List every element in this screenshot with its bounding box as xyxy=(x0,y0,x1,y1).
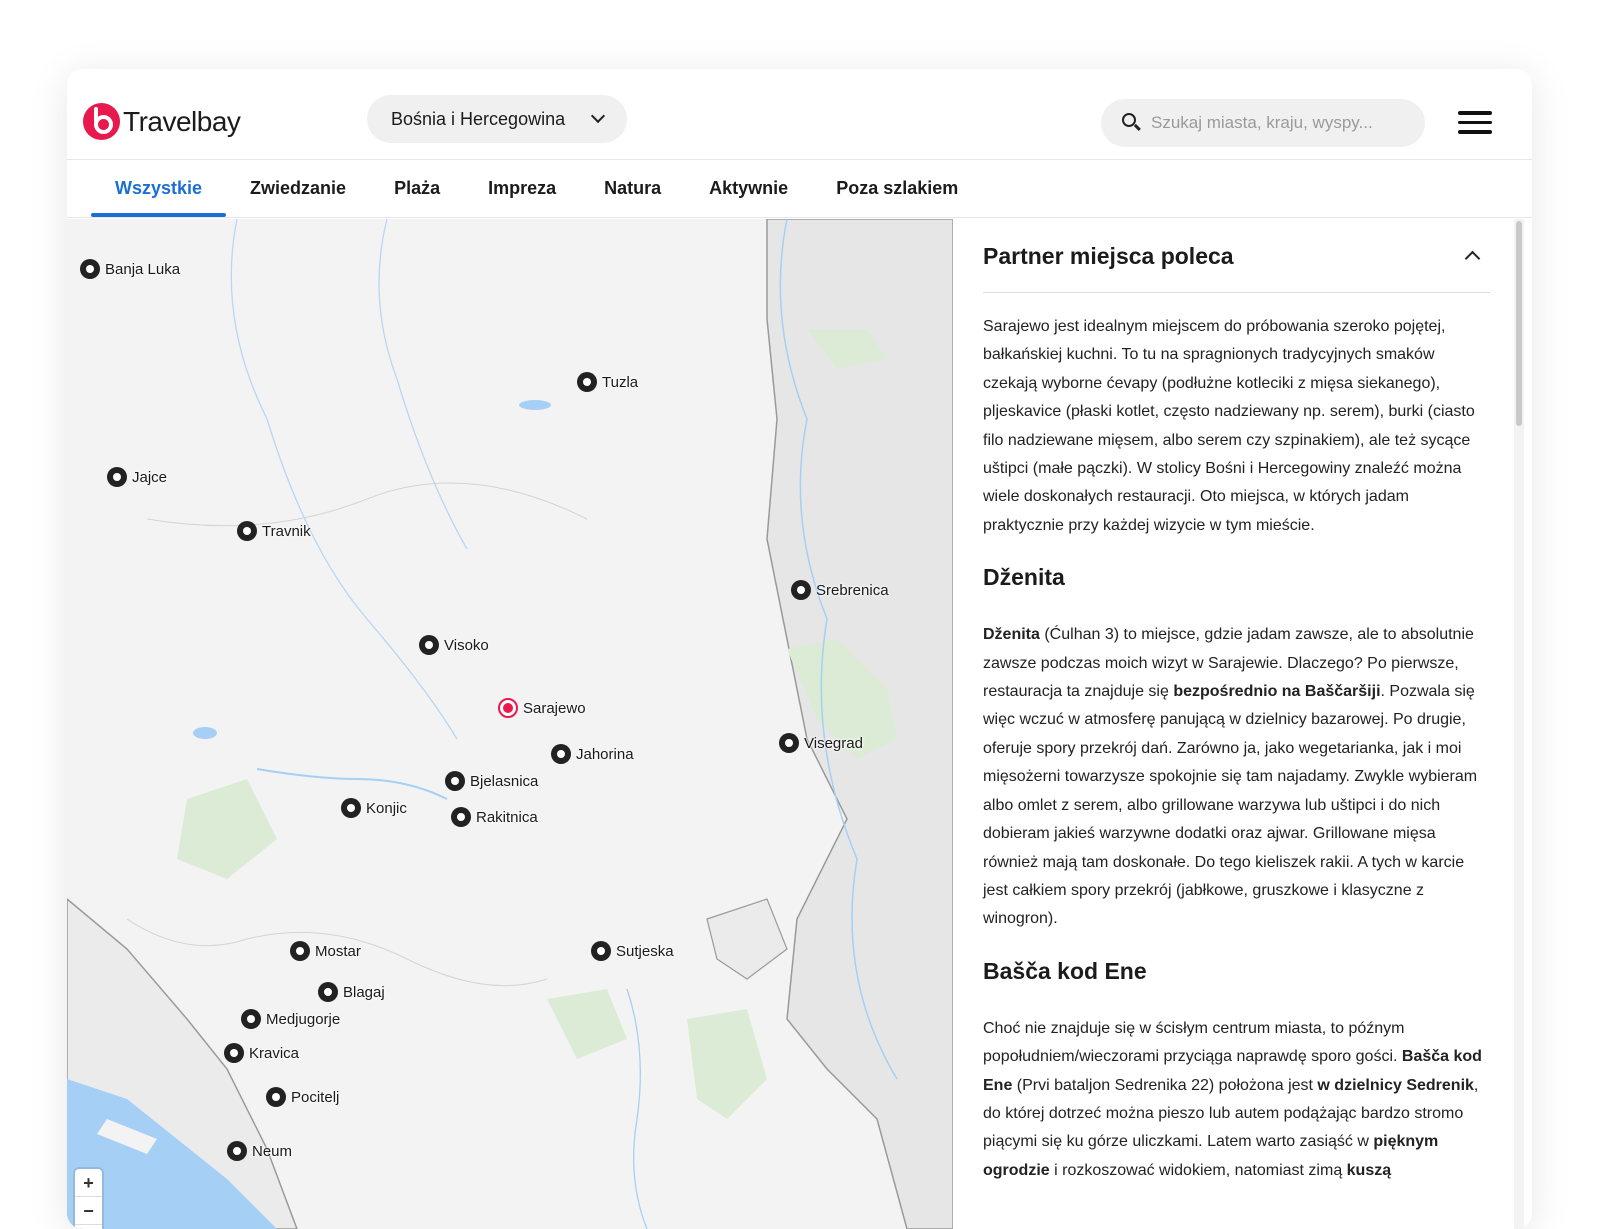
panel-header[interactable]: Partner miejsca poleca xyxy=(983,219,1490,293)
map-pin-tuzla[interactable]: Tuzla xyxy=(577,372,638,392)
map-pin-travnik[interactable]: Travnik xyxy=(237,521,311,541)
map-marker-icon xyxy=(318,982,338,1002)
country-select[interactable]: Bośnia i Hercegowina xyxy=(367,95,627,143)
tab-poza-szlakiem[interactable]: Poza szlakiem xyxy=(812,160,982,217)
map-marker-icon xyxy=(551,744,571,764)
map-pin-konjic[interactable]: Konjic xyxy=(341,798,407,818)
tab-natura[interactable]: Natura xyxy=(580,160,685,217)
tab-aktywnie[interactable]: Aktywnie xyxy=(685,160,812,217)
map-marker-icon xyxy=(445,771,465,791)
chevron-up-icon[interactable] xyxy=(1464,250,1481,267)
map-pin-jahorina[interactable]: Jahorina xyxy=(551,744,634,764)
header: Travelbay Bośnia i Hercegowina xyxy=(67,69,1532,160)
search-icon xyxy=(1122,113,1136,127)
map-pin-rakitnica[interactable]: Rakitnica xyxy=(451,807,538,827)
travelbay-logo-icon xyxy=(83,103,120,140)
chevron-down-icon xyxy=(590,108,606,124)
scrollbar-thumb[interactable] xyxy=(1516,221,1522,426)
map-marker-icon xyxy=(419,635,439,655)
map-pin-pocitelj[interactable]: Pocitelj xyxy=(266,1087,339,1107)
category-tabs: Wszystkie Zwiedzanie Plaża Impreza Natur… xyxy=(67,160,1532,218)
map-marker-icon xyxy=(227,1141,247,1161)
map-marker-icon xyxy=(451,807,471,827)
logo[interactable]: Travelbay xyxy=(83,103,241,140)
map-pin-visoko[interactable]: Visoko xyxy=(419,635,489,655)
map-marker-icon xyxy=(80,259,100,279)
section-paragraph-dzenita: Dženita (Ćulhan 3) to miejsce, gdzie jad… xyxy=(983,626,1478,928)
map-pin-medjugorje[interactable]: Medjugorje xyxy=(241,1009,340,1029)
map-marker-icon xyxy=(791,580,811,600)
panel-title: Partner miejsca poleca xyxy=(983,243,1234,269)
map-marker-icon xyxy=(224,1043,244,1063)
section-paragraph-basca-kod-ene: Choć nie znajduje się w ścisłym centrum … xyxy=(983,1019,1482,1179)
zoom-controls: + − ▲ xyxy=(75,1169,102,1229)
map-marker-icon xyxy=(107,467,127,487)
map-marker-icon xyxy=(266,1087,286,1107)
map-pin-sarajewo[interactable]: Sarajewo xyxy=(498,698,586,718)
map-marker-icon xyxy=(341,798,361,818)
tab-zwiedzanie[interactable]: Zwiedzanie xyxy=(226,160,370,217)
search-input[interactable] xyxy=(1151,99,1411,147)
map-marker-selected-icon xyxy=(498,698,518,718)
map-pin-bjelasnica[interactable]: Bjelasnica xyxy=(445,771,538,791)
zoom-out-button[interactable]: − xyxy=(75,1197,102,1225)
bold-text: w dzielnicy Sedrenik xyxy=(1317,1076,1474,1094)
search-box xyxy=(1101,99,1425,147)
map-marker-icon xyxy=(779,733,799,753)
bold-text: Dženita xyxy=(983,626,1040,644)
map-marker-icon xyxy=(241,1009,261,1029)
tab-plaza[interactable]: Plaża xyxy=(370,160,464,217)
map-terrain xyxy=(67,219,953,1229)
map-pin-visegrad[interactable]: Visegrad xyxy=(779,733,863,753)
map-pin-neum[interactable]: Neum xyxy=(227,1141,292,1161)
map-marker-icon xyxy=(237,521,257,541)
app-window: Travelbay Bośnia i Hercegowina Wszystkie… xyxy=(67,69,1532,1229)
panel-scrollbar[interactable] xyxy=(1514,219,1524,1229)
map-pin-kravica[interactable]: Kravica xyxy=(224,1043,299,1063)
map-pin-srebrenica[interactable]: Srebrenica xyxy=(791,580,889,600)
tab-impreza[interactable]: Impreza xyxy=(464,160,580,217)
map-pin-banja-luka[interactable]: Banja Luka xyxy=(80,259,180,279)
menu-icon[interactable] xyxy=(1458,111,1492,135)
logo-text: Travelbay xyxy=(123,105,241,137)
section-title-basca-kod-ene: Bašča kod Ene xyxy=(983,957,1147,984)
map-pin-sutjeska[interactable]: Sutjeska xyxy=(591,941,674,961)
map[interactable]: Banja Luka Tuzla Jajce Travnik Srebrenic… xyxy=(67,219,953,1229)
map-marker-icon xyxy=(591,941,611,961)
zoom-in-button[interactable]: + xyxy=(75,1169,102,1197)
bold-text: bezpośrednio na Baščaršiji xyxy=(1173,683,1381,701)
bold-text: kuszą xyxy=(1346,1161,1392,1179)
country-select-value: Bośnia i Hercegowina xyxy=(391,108,566,129)
map-pin-blagaj[interactable]: Blagaj xyxy=(318,982,385,1002)
map-marker-icon xyxy=(577,372,597,392)
intro-paragraph: Sarajewo jest idealnym miejscem do próbo… xyxy=(983,318,1475,534)
recommendation-panel: Partner miejsca poleca Sarajewo jest ide… xyxy=(953,219,1532,1229)
map-pin-jajce[interactable]: Jajce xyxy=(107,467,167,487)
map-marker-icon xyxy=(290,941,310,961)
map-pin-mostar[interactable]: Mostar xyxy=(290,941,361,961)
tab-wszystkie[interactable]: Wszystkie xyxy=(91,160,227,217)
panel-content: Partner miejsca poleca Sarajewo jest ide… xyxy=(983,219,1490,1185)
compass-button[interactable]: ▲ xyxy=(75,1225,102,1229)
section-title-dzenita: Dženita xyxy=(983,564,1065,591)
